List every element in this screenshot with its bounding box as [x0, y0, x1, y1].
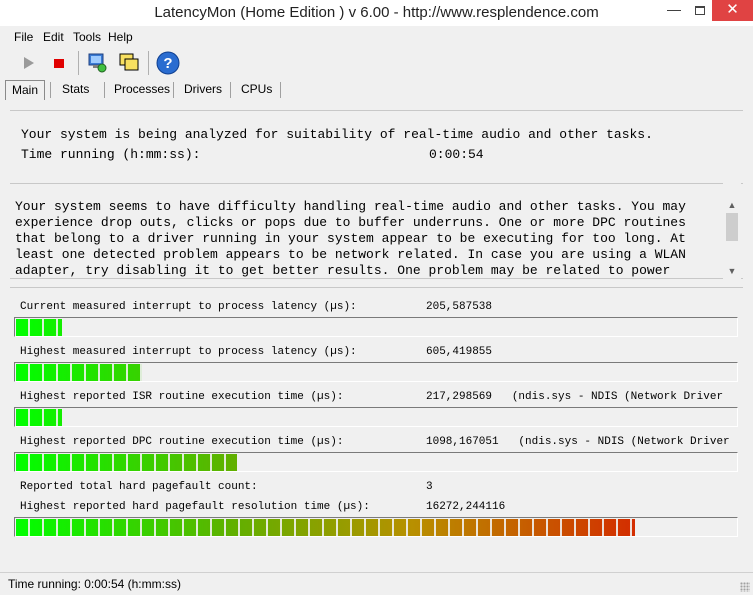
diagnosis-message: Your system seems to have difficulty han… — [15, 199, 686, 278]
metric-label-pagefault-count: Reported total hard pagefault count: — [20, 481, 258, 493]
scroll-thumb[interactable] — [726, 213, 738, 241]
resize-grip[interactable] — [740, 582, 750, 592]
tab-divider — [173, 82, 174, 98]
tab-cpus[interactable]: CPUs — [235, 80, 278, 100]
menu-tools[interactable]: Tools — [73, 30, 101, 44]
menu-bar: File Edit Tools Help — [0, 27, 753, 47]
minimize-button[interactable]: — — [662, 2, 686, 20]
metric-value-dpc-time: 1098,167051 (ndis.sys - NDIS (Network Dr… — [426, 436, 730, 448]
analyze-icon — [88, 53, 107, 73]
help-icon: ? — [156, 51, 180, 75]
bar-fill-highest-latency — [16, 364, 142, 381]
metric-label-current-latency: Current measured interrupt to process la… — [20, 301, 357, 313]
menu-help[interactable]: Help — [108, 30, 133, 44]
tab-divider — [230, 82, 231, 98]
window-title: LatencyMon (Home Edition ) v 6.00 - http… — [154, 4, 599, 21]
progress-bar-current-latency — [14, 317, 738, 337]
metric-value-current-latency: 205,587538 — [426, 301, 493, 313]
bar-fill-pagefault-time — [16, 519, 635, 536]
metric-value-pagefault-time: 16272,244116 — [426, 501, 506, 513]
tab-strip: Main Stats Processes Drivers CPUs — [0, 78, 753, 100]
status-bar-text: Time running: 0:00:54 (h:mm:ss) — [8, 577, 181, 591]
menu-edit[interactable]: Edit — [43, 30, 64, 44]
progress-bar-dpc-time — [14, 452, 738, 472]
metric-label-highest-latency: Highest measured interrupt to process la… — [20, 346, 357, 358]
analyze-button[interactable] — [84, 50, 110, 76]
toolbar-separator — [78, 51, 79, 75]
status-panel: Your system is being analyzed for suitab… — [10, 110, 743, 172]
analyzing-text: Your system is being analyzed for suitab… — [21, 127, 653, 142]
tab-divider — [50, 82, 51, 98]
metric-value-highest-latency: 605,419855 — [426, 346, 493, 358]
help-button[interactable]: ? — [155, 50, 181, 76]
tab-divider — [104, 82, 105, 98]
metrics-panel: Current measured interrupt to process la… — [10, 287, 743, 563]
stop-button[interactable] — [46, 50, 72, 76]
tab-main[interactable]: Main — [5, 80, 46, 100]
metric-label-isr-time: Highest reported ISR routine execution t… — [20, 391, 344, 403]
tab-divider — [280, 82, 281, 98]
windows-button[interactable] — [116, 50, 142, 76]
metric-label-pagefault-time: Highest reported hard pagefault resoluti… — [20, 501, 370, 513]
maximize-icon — [695, 6, 705, 15]
windows-icon — [119, 53, 139, 71]
tab-drivers[interactable]: Drivers — [178, 80, 228, 100]
menu-file[interactable]: File — [14, 30, 33, 44]
play-icon — [24, 57, 34, 69]
time-running-label: Time running (h:mm:ss): — [21, 147, 201, 162]
scroll-up-arrow[interactable]: ▲ — [723, 197, 741, 213]
metric-value-pagefault-count: 3 — [426, 481, 433, 493]
tab-stats[interactable]: Stats — [56, 80, 95, 100]
toolbar-separator — [148, 51, 149, 75]
metric-value-isr-time: 217,298569 (ndis.sys - NDIS (Network Dri… — [426, 391, 724, 403]
help-glyph: ? — [163, 55, 172, 72]
maximize-button[interactable] — [688, 2, 712, 20]
message-scrollbar[interactable]: ▲ ▼ — [723, 183, 741, 279]
progress-bar-pagefault-time — [14, 517, 738, 537]
progress-bar-isr-time — [14, 407, 738, 427]
scroll-down-arrow[interactable]: ▼ — [723, 263, 741, 279]
start-button[interactable] — [16, 50, 42, 76]
status-bar: Time running: 0:00:54 (h:mm:ss) — [0, 572, 753, 595]
close-button[interactable]: ✕ — [712, 0, 753, 21]
message-panel: Your system seems to have difficulty han… — [10, 183, 743, 279]
time-running-value: 0:00:54 — [429, 147, 484, 162]
progress-bar-highest-latency — [14, 362, 738, 382]
title-bar: LatencyMon (Home Edition ) v 6.00 - http… — [0, 0, 753, 26]
toolbar: ? — [0, 48, 753, 78]
tab-processes[interactable]: Processes — [108, 80, 176, 100]
bar-fill-dpc-time — [16, 454, 237, 471]
metric-label-dpc-time: Highest reported DPC routine execution t… — [20, 436, 344, 448]
stop-icon — [54, 59, 64, 68]
bar-fill-current-latency — [16, 319, 62, 336]
bar-fill-isr-time — [16, 409, 62, 426]
